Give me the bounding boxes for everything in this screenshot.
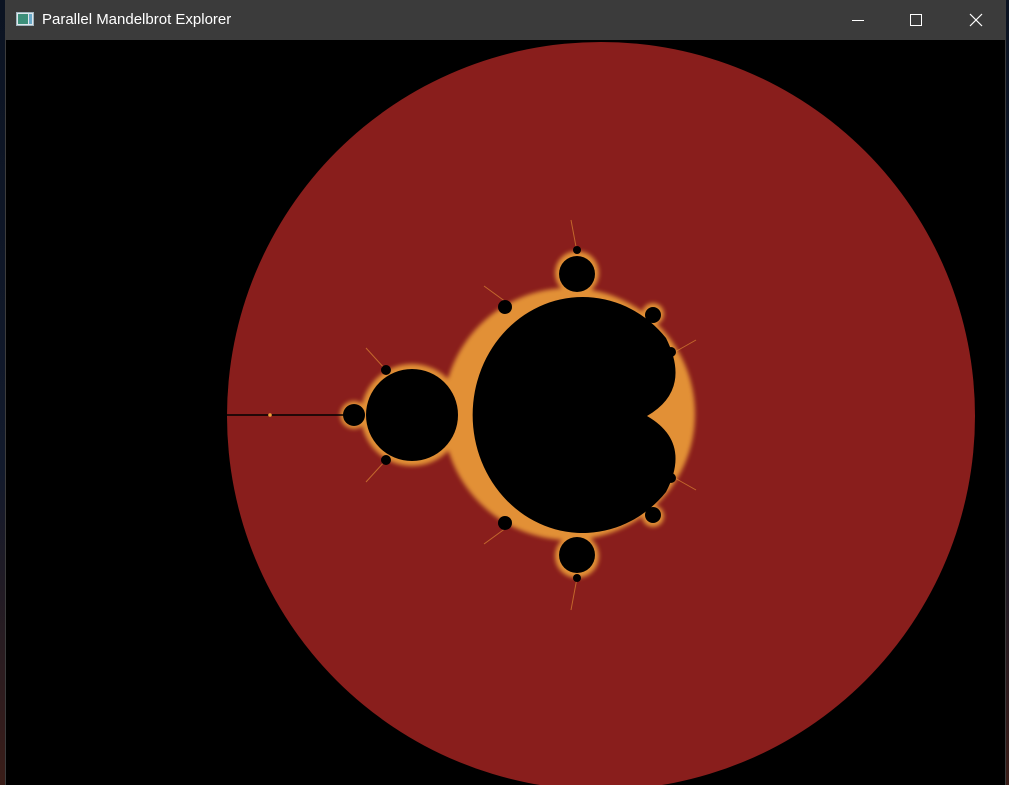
app-window: Parallel Mandelbrot Explorer xyxy=(6,0,1005,785)
maximize-icon xyxy=(910,14,922,26)
close-icon xyxy=(969,13,983,27)
minibrot-spot xyxy=(268,413,272,417)
maximize-button[interactable] xyxy=(887,0,945,40)
window-title: Parallel Mandelbrot Explorer xyxy=(42,11,232,28)
title-bar[interactable]: Parallel Mandelbrot Explorer xyxy=(6,0,1005,40)
minimize-icon xyxy=(852,20,864,21)
fractal-canvas[interactable] xyxy=(6,40,1005,785)
minimize-button[interactable] xyxy=(829,0,887,40)
close-button[interactable] xyxy=(947,0,1005,40)
app-icon xyxy=(16,12,34,26)
